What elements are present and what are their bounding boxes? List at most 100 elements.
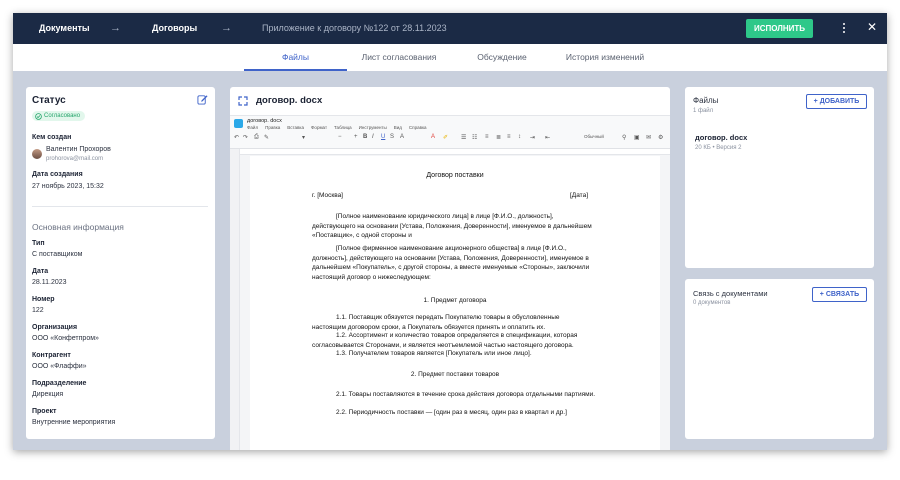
strike-icon[interactable]: S xyxy=(390,134,394,140)
line-spacing-icon[interactable]: ↕ xyxy=(518,134,521,140)
link-document-label: СВЯЗАТЬ xyxy=(825,291,860,298)
doc-title: Договор поставки xyxy=(426,172,484,179)
highlight-icon[interactable]: ✐ xyxy=(443,134,448,141)
links-count: 0 документов xyxy=(693,300,731,306)
created-by-label: Кем создан xyxy=(32,134,72,141)
list-bullet-icon[interactable]: ☰ xyxy=(461,134,466,141)
files-count: 1 файл xyxy=(693,108,714,114)
editor-menu: Файл Правка Вставка Формат Таблица Инстр… xyxy=(247,125,427,130)
doc-clause-2-2: 2.2. Периодичность поставки — [один раз … xyxy=(336,409,567,416)
decrease-font-icon[interactable]: − xyxy=(338,134,342,140)
list-number-icon[interactable]: ☷ xyxy=(472,134,477,141)
style-select[interactable]: Обычный xyxy=(584,134,604,139)
tab-history[interactable]: История изменений xyxy=(553,44,657,71)
field-label-project: Проект xyxy=(32,408,57,415)
arrow-right-icon: → xyxy=(221,22,232,34)
print-icon[interactable]: ⎙ xyxy=(254,134,259,141)
field-label-type: Тип xyxy=(32,240,45,247)
top-header: Документы → Договоры → Приложение к дого… xyxy=(13,13,887,44)
increase-font-icon[interactable]: + xyxy=(354,134,358,140)
author-name: Валентин Прохоров xyxy=(46,146,111,153)
image-icon[interactable]: ▣ xyxy=(634,134,640,141)
menu-tools[interactable]: Инструменты xyxy=(359,125,387,130)
outdent-icon[interactable]: ⇤ xyxy=(545,134,550,141)
comment-icon[interactable]: ✉ xyxy=(646,134,651,141)
editor-toolbar: договор. docx Файл Правка Вставка Формат… xyxy=(230,116,670,149)
menu-table[interactable]: Таблица xyxy=(334,125,352,130)
document-page: Договор поставки г. [Москва] [Дата] [Пол… xyxy=(250,156,660,450)
field-value-number: 122 xyxy=(32,307,44,314)
field-value-date: 28.11.2023 xyxy=(32,279,67,286)
link-document-button[interactable]: + СВЯЗАТЬ xyxy=(812,287,867,302)
align-center-icon[interactable]: ≣ xyxy=(496,134,501,141)
field-label-counterparty: Контрагент xyxy=(32,352,71,359)
field-value-type: С поставщиком xyxy=(32,251,83,258)
field-label-department: Подразделение xyxy=(32,380,87,387)
tab-approval-sheet[interactable]: Лист согласования xyxy=(347,44,451,71)
author-email: prohorova@mail.com xyxy=(46,156,104,162)
doc-clause-1-1: 1.1. Поставщик обязуется передать Покупа… xyxy=(312,314,560,331)
italic-icon[interactable]: I xyxy=(372,134,374,140)
files-title: Файлы xyxy=(693,96,719,105)
file-item-name[interactable]: договор. docx xyxy=(695,133,747,142)
breadcrumb-documents[interactable]: Документы xyxy=(39,13,90,44)
text-color-icon[interactable]: A xyxy=(400,134,404,140)
status-badge-label: Согласовано xyxy=(44,113,81,119)
execute-button[interactable]: ИСПОЛНИТЬ xyxy=(746,19,813,38)
indent-icon[interactable]: ⇥ xyxy=(530,134,535,141)
breadcrumb-current: Приложение к договору №122 от 28.11.2023 xyxy=(262,23,447,33)
expand-icon[interactable] xyxy=(238,96,248,106)
bold-icon[interactable]: B xyxy=(363,134,367,140)
doc-section-1: 1. Предмет договора xyxy=(423,297,487,304)
menu-view[interactable]: Вид xyxy=(394,125,402,130)
document-editor[interactable]: договор. docx Файл Правка Вставка Формат… xyxy=(230,115,670,450)
editor-filename: договор. docx xyxy=(247,118,282,124)
undo-icon[interactable]: ↶ xyxy=(234,134,239,141)
breadcrumb-contracts[interactable]: Договоры xyxy=(152,13,197,44)
more-vertical-icon[interactable] xyxy=(839,21,849,35)
app-window: Документы → Договоры → Приложение к дого… xyxy=(13,13,887,450)
edit-icon[interactable] xyxy=(197,94,208,105)
align-right-icon[interactable]: ≡ xyxy=(507,134,511,140)
menu-format[interactable]: Формат xyxy=(311,125,327,130)
field-label-organization: Организация xyxy=(32,324,78,331)
created-date-label: Дата создания xyxy=(32,171,83,178)
status-panel: Статус Согласовано Кем создан Валентин П… xyxy=(26,87,215,439)
paint-format-icon[interactable]: ✎ xyxy=(264,134,269,141)
doc-clause-2-1: 2.1. Товары поставляются в течение срока… xyxy=(336,391,596,398)
tab-bar: Файлы Лист согласования Обсуждение Истор… xyxy=(13,44,887,71)
tab-files[interactable]: Файлы xyxy=(244,44,347,71)
menu-insert[interactable]: Вставка xyxy=(287,125,304,130)
add-file-label: ДОБАВИТЬ xyxy=(819,98,860,105)
created-date: 27 ноябрь 2023, 15:32 xyxy=(32,183,104,190)
viewer-filename: договор. docx xyxy=(256,95,323,106)
field-value-department: Дирекция xyxy=(32,391,64,398)
settings-icon[interactable]: ⚙ xyxy=(658,134,663,141)
status-badge: Согласовано xyxy=(32,111,86,121)
menu-help[interactable]: Справка xyxy=(409,125,427,130)
font-color-icon[interactable]: A xyxy=(431,134,435,140)
tab-discussion[interactable]: Обсуждение xyxy=(451,44,553,71)
field-label-date: Дата xyxy=(32,268,49,275)
close-icon[interactable]: ✕ xyxy=(865,20,879,34)
align-left-icon[interactable]: ≡ xyxy=(485,134,489,140)
divider xyxy=(32,206,208,207)
field-value-project: Внутренние мероприятия xyxy=(32,419,116,426)
menu-file[interactable]: Файл xyxy=(247,125,258,130)
document-viewer: договор. docx договор. docx Файл Правка … xyxy=(230,87,670,450)
font-dropdown-icon[interactable]: ▾ xyxy=(302,134,305,141)
redo-icon[interactable]: ↷ xyxy=(243,134,248,141)
add-file-button[interactable]: + ДОБАВИТЬ xyxy=(806,94,867,109)
links-title: Связь с документами xyxy=(693,289,768,298)
check-circle-icon xyxy=(35,112,42,120)
doc-clause-1-3: 1.3. Получателем товаров является [Покуп… xyxy=(336,350,532,357)
docs-logo-icon xyxy=(234,119,243,128)
underline-icon[interactable]: U xyxy=(381,134,385,140)
ruler xyxy=(240,149,670,155)
field-value-counterparty: ООО «Флаффи» xyxy=(32,363,87,370)
menu-edit[interactable]: Правка xyxy=(265,125,280,130)
link-icon[interactable]: ⚲ xyxy=(622,134,626,141)
vertical-ruler xyxy=(230,149,240,450)
doc-city: г. [Москва] xyxy=(312,192,343,199)
status-title: Статус xyxy=(32,95,66,106)
